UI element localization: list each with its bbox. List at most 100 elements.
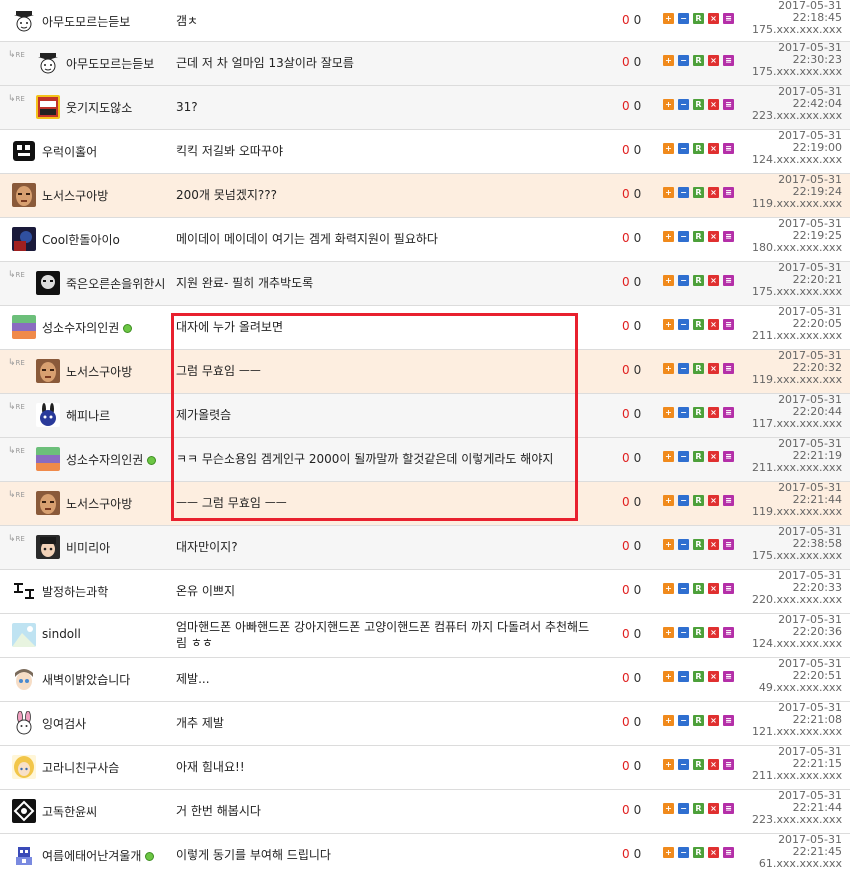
report-icon[interactable]: ≡: [723, 539, 734, 550]
reply-r-icon[interactable]: R: [693, 847, 704, 858]
downvote-minus-icon[interactable]: −: [678, 803, 689, 814]
downvote-minus-icon[interactable]: −: [678, 363, 689, 374]
upvote-plus-icon[interactable]: +: [663, 671, 674, 682]
report-icon[interactable]: ≡: [723, 275, 734, 286]
text-avatar[interactable]: [12, 139, 36, 163]
nickname[interactable]: 웃기지도않소: [66, 99, 132, 116]
upvote-plus-icon[interactable]: +: [663, 803, 674, 814]
reply-r-icon[interactable]: R: [693, 715, 704, 726]
delete-x-icon[interactable]: ×: [708, 319, 719, 330]
downvote-minus-icon[interactable]: −: [678, 55, 689, 66]
delete-x-icon[interactable]: ×: [708, 847, 719, 858]
reply-r-icon[interactable]: R: [693, 583, 704, 594]
bunny-avatar[interactable]: [12, 711, 36, 735]
delete-x-icon[interactable]: ×: [708, 275, 719, 286]
nickname[interactable]: 죽은오른손을위한시: [66, 275, 165, 292]
reply-r-icon[interactable]: R: [693, 759, 704, 770]
report-icon[interactable]: ≡: [723, 143, 734, 154]
report-icon[interactable]: ≡: [723, 13, 734, 24]
delete-x-icon[interactable]: ×: [708, 627, 719, 638]
report-icon[interactable]: ≡: [723, 671, 734, 682]
delete-x-icon[interactable]: ×: [708, 495, 719, 506]
downvote-minus-icon[interactable]: −: [678, 627, 689, 638]
girl-avatar[interactable]: [36, 535, 60, 559]
bw-avatar[interactable]: [36, 271, 60, 295]
blonde-avatar[interactable]: [12, 755, 36, 779]
nickname[interactable]: 성소수자의인권: [42, 319, 133, 336]
downvote-minus-icon[interactable]: −: [678, 495, 689, 506]
reply-r-icon[interactable]: R: [693, 187, 704, 198]
nickname[interactable]: sindoll: [42, 627, 81, 641]
delete-x-icon[interactable]: ×: [708, 13, 719, 24]
downvote-minus-icon[interactable]: −: [678, 275, 689, 286]
nickname[interactable]: 아무도모르는듣보: [42, 13, 130, 30]
delete-x-icon[interactable]: ×: [708, 451, 719, 462]
nickname[interactable]: 발정하는과학: [42, 583, 108, 600]
pixel-avatar[interactable]: [12, 843, 36, 867]
cap-avatar[interactable]: [12, 9, 36, 33]
sky-avatar[interactable]: [12, 623, 36, 647]
report-icon[interactable]: ≡: [723, 847, 734, 858]
upvote-plus-icon[interactable]: +: [663, 187, 674, 198]
upvote-plus-icon[interactable]: +: [663, 143, 674, 154]
stripe-avatar[interactable]: [12, 315, 36, 339]
face-avatar[interactable]: [12, 183, 36, 207]
nickname[interactable]: 아무도모르는듣보: [66, 55, 154, 72]
report-icon[interactable]: ≡: [723, 55, 734, 66]
delete-x-icon[interactable]: ×: [708, 583, 719, 594]
reply-r-icon[interactable]: R: [693, 13, 704, 24]
report-icon[interactable]: ≡: [723, 231, 734, 242]
upvote-plus-icon[interactable]: +: [663, 407, 674, 418]
upvote-plus-icon[interactable]: +: [663, 363, 674, 374]
report-icon[interactable]: ≡: [723, 715, 734, 726]
downvote-minus-icon[interactable]: −: [678, 451, 689, 462]
downvote-minus-icon[interactable]: −: [678, 99, 689, 110]
downvote-minus-icon[interactable]: −: [678, 143, 689, 154]
delete-x-icon[interactable]: ×: [708, 143, 719, 154]
face-avatar[interactable]: [36, 359, 60, 383]
nickname[interactable]: 해피나르: [66, 407, 110, 424]
reply-r-icon[interactable]: R: [693, 231, 704, 242]
downvote-minus-icon[interactable]: −: [678, 583, 689, 594]
delete-x-icon[interactable]: ×: [708, 231, 719, 242]
report-icon[interactable]: ≡: [723, 451, 734, 462]
report-icon[interactable]: ≡: [723, 407, 734, 418]
reply-r-icon[interactable]: R: [693, 363, 704, 374]
report-icon[interactable]: ≡: [723, 627, 734, 638]
nickname[interactable]: 새벽이밝았습니다: [42, 671, 130, 688]
delete-x-icon[interactable]: ×: [708, 407, 719, 418]
dark-avatar[interactable]: [12, 227, 36, 251]
delete-x-icon[interactable]: ×: [708, 759, 719, 770]
reply-r-icon[interactable]: R: [693, 55, 704, 66]
delete-x-icon[interactable]: ×: [708, 715, 719, 726]
nickname[interactable]: 우럭이홀어: [42, 143, 97, 160]
reply-r-icon[interactable]: R: [693, 539, 704, 550]
nickname[interactable]: 여름에태어난겨울개: [42, 847, 155, 864]
delete-x-icon[interactable]: ×: [708, 187, 719, 198]
downvote-minus-icon[interactable]: −: [678, 715, 689, 726]
upvote-plus-icon[interactable]: +: [663, 583, 674, 594]
delete-x-icon[interactable]: ×: [708, 539, 719, 550]
reply-r-icon[interactable]: R: [693, 451, 704, 462]
upvote-plus-icon[interactable]: +: [663, 231, 674, 242]
report-icon[interactable]: ≡: [723, 187, 734, 198]
report-icon[interactable]: ≡: [723, 759, 734, 770]
reply-r-icon[interactable]: R: [693, 99, 704, 110]
logo-avatar[interactable]: [12, 799, 36, 823]
downvote-minus-icon[interactable]: −: [678, 539, 689, 550]
face-avatar[interactable]: [36, 491, 60, 515]
rabbit-avatar[interactable]: [36, 403, 60, 427]
upvote-plus-icon[interactable]: +: [663, 715, 674, 726]
downvote-minus-icon[interactable]: −: [678, 231, 689, 242]
report-icon[interactable]: ≡: [723, 495, 734, 506]
delete-x-icon[interactable]: ×: [708, 55, 719, 66]
delete-x-icon[interactable]: ×: [708, 99, 719, 110]
upvote-plus-icon[interactable]: +: [663, 319, 674, 330]
upvote-plus-icon[interactable]: +: [663, 495, 674, 506]
downvote-minus-icon[interactable]: −: [678, 759, 689, 770]
upvote-plus-icon[interactable]: +: [663, 275, 674, 286]
nickname[interactable]: 비미리아: [66, 539, 110, 556]
reply-r-icon[interactable]: R: [693, 803, 704, 814]
nickname[interactable]: 고독한윤씨: [42, 803, 97, 820]
report-icon[interactable]: ≡: [723, 803, 734, 814]
